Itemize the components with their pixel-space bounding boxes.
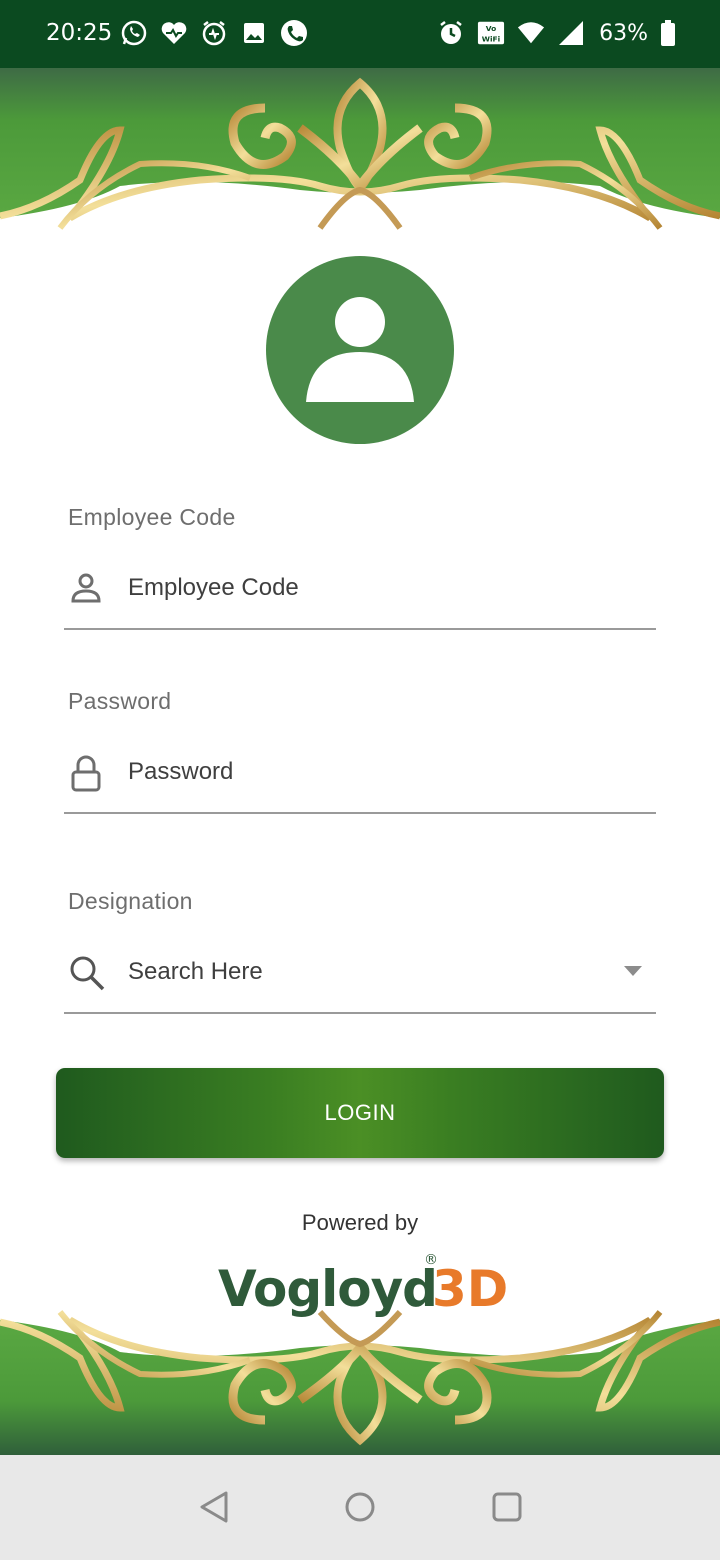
password-label: Password [68, 688, 172, 714]
designation-search-input[interactable] [128, 950, 608, 994]
employee-code-field[interactable] [64, 552, 656, 630]
phone-icon [280, 18, 308, 48]
password-input[interactable] [128, 750, 608, 794]
decorative-header-ornament [0, 68, 720, 238]
system-icons: Vo WiFi 63% [437, 18, 676, 48]
decorative-footer-ornament [0, 1300, 720, 1455]
recents-icon[interactable] [485, 1485, 529, 1529]
designation-label: Designation [68, 888, 193, 914]
status-time: 20:25 [46, 20, 113, 46]
lock-icon [68, 754, 104, 792]
status-bar: 20:25 Vo WiFi 63% [0, 0, 720, 68]
whatsapp-icon [120, 18, 148, 48]
notification-icons [120, 18, 308, 48]
wifi-icon [517, 18, 545, 48]
login-button[interactable]: LOGIN [56, 1068, 664, 1158]
alarm-icon [437, 18, 465, 48]
svg-text:Vo: Vo [486, 24, 496, 33]
user-avatar [266, 256, 454, 444]
battery-percentage: 63% [599, 20, 648, 46]
heart-icon [160, 18, 188, 48]
designation-dropdown[interactable] [64, 936, 656, 1014]
employee-code-input[interactable] [128, 566, 608, 610]
back-icon[interactable] [192, 1485, 236, 1529]
alarm-app-icon [200, 18, 228, 48]
svg-text:WiFi: WiFi [482, 34, 500, 43]
gallery-icon [240, 18, 268, 48]
search-icon [68, 954, 105, 991]
signal-icon [557, 18, 585, 48]
powered-by-text: Powered by [301, 1210, 419, 1235]
battery-icon [660, 18, 676, 48]
person-silhouette-icon [306, 297, 414, 402]
password-field[interactable] [64, 736, 656, 814]
chevron-down-icon[interactable] [624, 966, 642, 976]
home-icon[interactable] [338, 1485, 382, 1529]
registered-mark: ® [424, 1252, 438, 1268]
person-icon [68, 570, 104, 606]
employee-code-label: Employee Code [68, 504, 236, 530]
vowifi-icon: Vo WiFi [477, 18, 505, 48]
navigation-bar [0, 1455, 720, 1560]
